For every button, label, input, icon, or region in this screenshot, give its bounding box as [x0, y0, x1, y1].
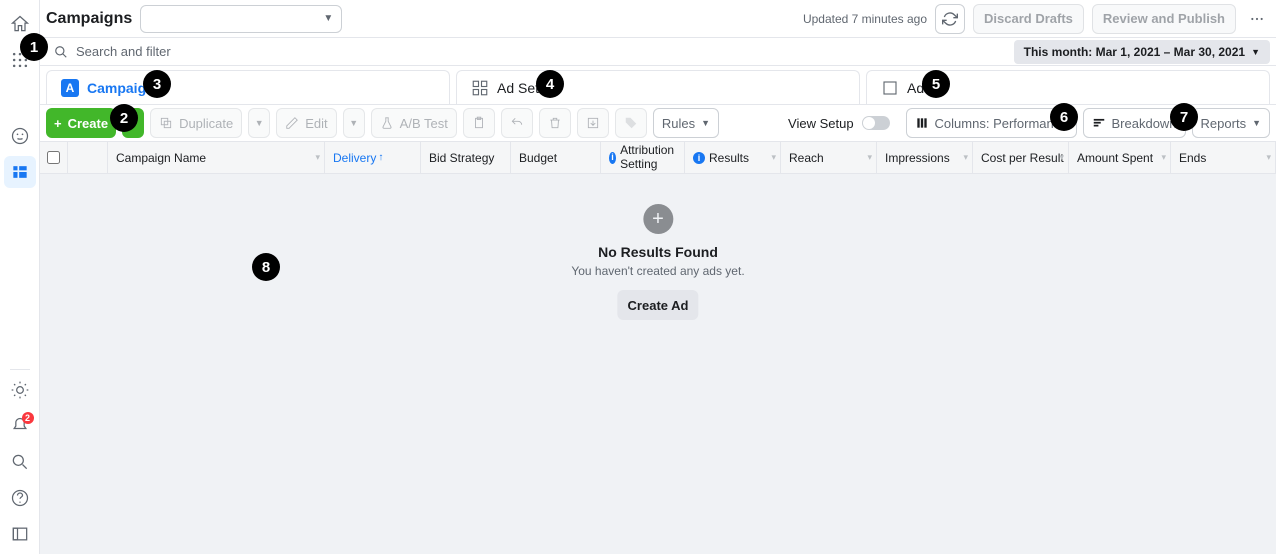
- column-budget[interactable]: Budget: [511, 142, 601, 173]
- duplicate-button[interactable]: Duplicate: [150, 108, 242, 138]
- tag-button[interactable]: [615, 108, 647, 138]
- more-button[interactable]: [1244, 4, 1270, 34]
- page-title: Campaigns: [46, 10, 132, 28]
- breakdown-label: Breakdown: [1112, 116, 1177, 131]
- chevron-down-icon: ▼: [1252, 118, 1261, 128]
- tab-ads[interactable]: Ads: [866, 70, 1270, 104]
- settings-icon[interactable]: [4, 374, 36, 406]
- create-label: Create: [68, 116, 108, 131]
- abtest-button[interactable]: A/B Test: [371, 108, 457, 138]
- date-range-label: This month: Mar 1, 2021 – Mar 30, 2021: [1024, 45, 1245, 59]
- updated-label: Updated 7 minutes ago: [803, 12, 927, 26]
- refresh-button[interactable]: [935, 4, 965, 34]
- column-reach[interactable]: Reach▾: [781, 142, 877, 173]
- tab-adsets-label: Ad Sets: [497, 80, 546, 96]
- export-button[interactable]: [577, 108, 609, 138]
- columns-icon: [915, 116, 929, 130]
- discard-drafts-button[interactable]: Discard Drafts: [973, 4, 1084, 34]
- column-name[interactable]: Campaign Name▾: [108, 142, 325, 173]
- home-icon[interactable]: [4, 8, 36, 40]
- view-setup-toggle[interactable]: View Setup: [788, 116, 890, 131]
- column-delivery[interactable]: Delivery↑: [325, 142, 421, 173]
- column-impressions[interactable]: Impressions▾: [877, 142, 973, 173]
- column-spent[interactable]: Amount Spent▾: [1069, 142, 1171, 173]
- copy-icon: [159, 116, 173, 130]
- pencil-icon: [285, 116, 299, 130]
- duplicate-label: Duplicate: [179, 116, 233, 131]
- column-results[interactable]: iResults▾: [685, 142, 781, 173]
- search-input[interactable]: [76, 44, 1000, 59]
- account-selector[interactable]: ▼: [140, 5, 342, 33]
- edit-label: Edit: [305, 116, 327, 131]
- search-icon: [54, 45, 68, 59]
- column-ends[interactable]: Ends▾: [1171, 142, 1276, 173]
- column-attribution[interactable]: iAttribution Setting: [601, 142, 685, 173]
- empty-title: No Results Found: [571, 244, 744, 260]
- apps-icon[interactable]: [4, 44, 36, 76]
- tab-ads-label: Ads: [907, 80, 931, 96]
- columns-label: Columns: Performance: [935, 116, 1068, 131]
- create-ad-button[interactable]: Create Ad: [618, 290, 699, 320]
- flask-icon: [380, 116, 394, 130]
- reports-dropdown[interactable]: Reports ▼: [1192, 108, 1270, 138]
- column-bid[interactable]: Bid Strategy: [421, 142, 511, 173]
- edit-button[interactable]: Edit: [276, 108, 336, 138]
- reports-label: Reports: [1201, 116, 1247, 131]
- abtest-label: A/B Test: [400, 116, 448, 131]
- clipboard-button[interactable]: [463, 108, 495, 138]
- edit-dropdown[interactable]: ▼: [343, 108, 365, 138]
- date-range-selector[interactable]: This month: Mar 1, 2021 – Mar 30, 2021 ▼: [1014, 40, 1270, 64]
- columns-dropdown[interactable]: Columns: Performance: [906, 108, 1077, 138]
- blank-column: [68, 142, 108, 173]
- view-setup-label: View Setup: [788, 116, 854, 131]
- rules-dropdown[interactable]: Rules ▼: [653, 108, 719, 138]
- face-icon[interactable]: [4, 120, 36, 152]
- notifications-icon[interactable]: [4, 410, 36, 442]
- plus-icon: +: [54, 116, 62, 131]
- rules-label: Rules: [662, 116, 695, 131]
- create-button[interactable]: + Create: [46, 108, 116, 138]
- column-cpr[interactable]: Cost per Result▾: [973, 142, 1069, 173]
- undo-button[interactable]: [501, 108, 533, 138]
- breakdown-dropdown[interactable]: Breakdown: [1083, 108, 1186, 138]
- plus-circle-icon: +: [643, 204, 673, 234]
- tab-campaigns-label: Campaigns: [87, 80, 162, 96]
- help-icon[interactable]: [4, 482, 36, 514]
- breakdown-icon: [1092, 116, 1106, 130]
- chevron-down-icon: ▼: [1251, 47, 1260, 57]
- panel-icon[interactable]: [4, 518, 36, 550]
- ads-manager-icon[interactable]: [4, 156, 36, 188]
- ads-icon: [881, 79, 899, 97]
- tab-adsets[interactable]: Ad Sets: [456, 70, 860, 104]
- chevron-down-icon: ▼: [701, 118, 710, 128]
- chevron-down-icon: ▼: [323, 13, 333, 24]
- select-all-checkbox[interactable]: [40, 142, 68, 173]
- toggle-switch[interactable]: [862, 116, 890, 130]
- duplicate-dropdown[interactable]: ▼: [248, 108, 270, 138]
- empty-subtitle: You haven't created any ads yet.: [571, 264, 744, 278]
- tab-campaigns[interactable]: A Campaigns: [46, 70, 450, 104]
- trash-button[interactable]: [539, 108, 571, 138]
- adsets-icon: [471, 79, 489, 97]
- create-dropdown[interactable]: ▼: [122, 108, 144, 138]
- review-publish-button[interactable]: Review and Publish: [1092, 4, 1236, 34]
- search-nav-icon[interactable]: [4, 446, 36, 478]
